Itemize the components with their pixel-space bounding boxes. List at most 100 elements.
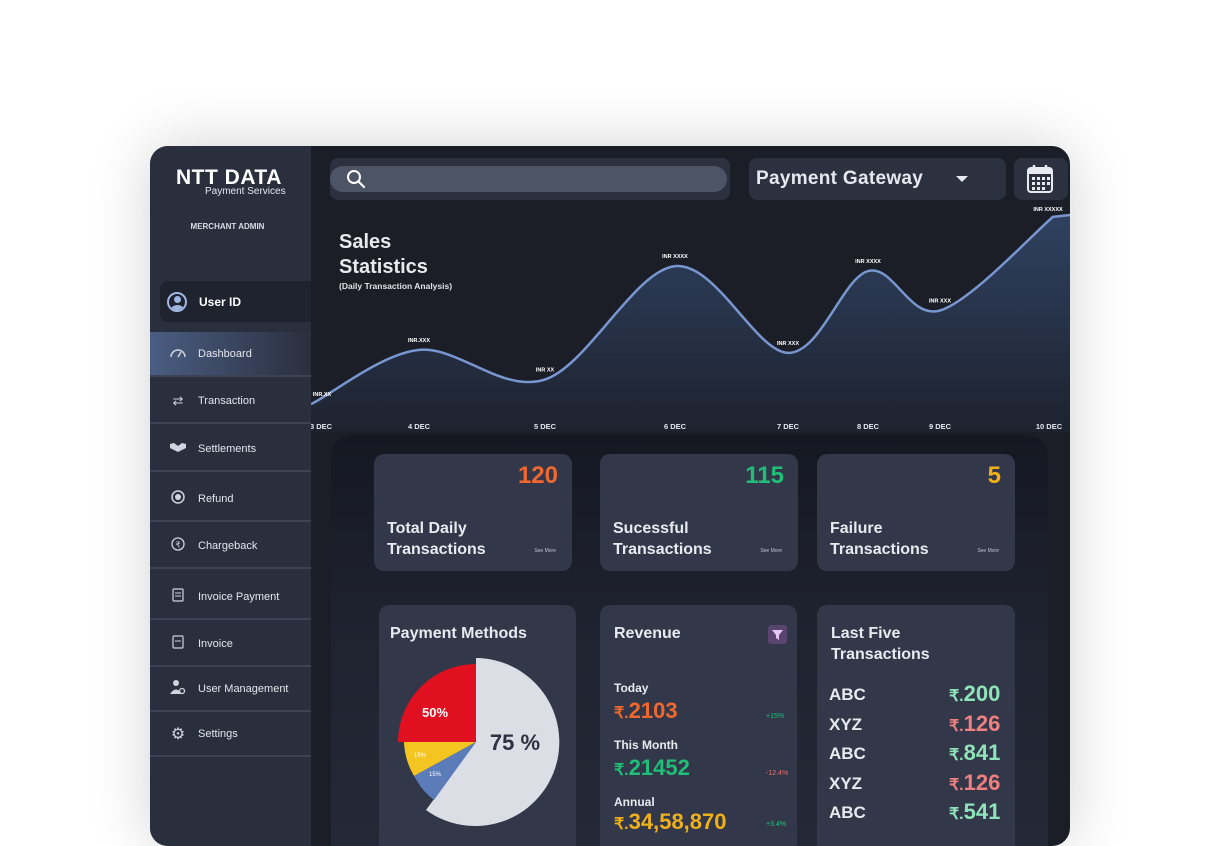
- transaction-name: ABC: [829, 803, 866, 822]
- gear-icon: ⚙: [170, 725, 186, 743]
- x-tick-label: 10 DEC: [1036, 422, 1063, 431]
- calendar-button[interactable]: [1014, 158, 1068, 200]
- filter-button[interactable]: [768, 625, 787, 644]
- sidebar-item-label: Dashboard: [198, 347, 252, 360]
- x-tick-label: 7 DEC: [777, 422, 800, 431]
- user-profile[interactable]: User ID: [160, 281, 311, 322]
- data-point-label: INR.XXX: [408, 338, 430, 344]
- transaction-amount: ₹.841: [949, 740, 1001, 765]
- transaction-amount: ₹.126: [949, 769, 1001, 795]
- sidebar-item-label: Transaction: [198, 394, 256, 407]
- stat-card-total[interactable]: 120 Total Daily Transactions See More: [374, 454, 572, 571]
- stat-title-line2: Transactions: [830, 541, 929, 558]
- transaction-amount: ₹.541: [949, 799, 1001, 824]
- sidebar-item-settings[interactable]: ⚙ Settings: [150, 712, 311, 757]
- amount: 34,58,870: [628, 809, 727, 834]
- revenue-month-change: -12.4%: [766, 770, 789, 777]
- x-tick-label: 6 DEC: [664, 422, 687, 431]
- transaction-name: ABC: [829, 685, 866, 704]
- stat-card-successful[interactable]: 115 Sucessful Transactions See More: [600, 454, 798, 571]
- revenue-annual-label: Annual: [614, 795, 655, 809]
- last-five-title: Last Five Transactions: [831, 623, 930, 665]
- chart-title-line2: Statistics: [339, 256, 428, 278]
- pie-label-75: 75 %: [490, 730, 540, 755]
- chart-title: Sales Statistics: [339, 230, 428, 280]
- payment-methods-title: Payment Methods: [390, 625, 527, 642]
- revenue-today-value: ₹.2103: [614, 698, 678, 724]
- revenue-month-label: This Month: [614, 738, 678, 752]
- sidebar-item-label: Refund: [198, 492, 234, 505]
- stat-title: Failure Transactions: [830, 518, 929, 560]
- sidebar: NTT DATA Payment Services MERCHANT ADMIN…: [150, 146, 311, 846]
- stat-value: 120: [517, 462, 558, 489]
- stat-title-line2: Transactions: [613, 541, 712, 558]
- stat-title-line1: Total Daily: [387, 520, 467, 537]
- revenue-annual-change: +3.4%: [766, 821, 787, 828]
- sidebar-item-transaction[interactable]: ⇄ Transaction: [150, 379, 311, 424]
- amount: 21452: [628, 755, 690, 780]
- user-icon: [167, 291, 187, 312]
- pie-label-15-blue: 15%: [429, 772, 442, 778]
- sidebar-item-invoice-payment[interactable]: Invoice Payment: [150, 575, 311, 620]
- data-point-label: INR XXX: [929, 299, 951, 305]
- data-point-label: INR XXX: [777, 341, 799, 347]
- gateway-dropdown[interactable]: Payment Gateway: [749, 158, 1006, 200]
- user-label: User ID: [199, 294, 242, 309]
- chart-title-line1: Sales: [339, 231, 392, 253]
- app-window: NTT DATA Payment Services MERCHANT ADMIN…: [150, 146, 1070, 846]
- sidebar-item-user-management[interactable]: User Management: [150, 667, 311, 712]
- pie-label-50: 50%: [422, 705, 448, 720]
- transaction-name: ABC: [829, 744, 866, 763]
- role-label: MERCHANT ADMIN: [190, 222, 265, 231]
- stat-value: 115: [745, 462, 784, 489]
- see-more-link[interactable]: See More: [760, 548, 782, 554]
- invoice-icon: [168, 635, 188, 652]
- data-point-label: INR XX: [536, 368, 555, 374]
- stat-title-line2: Transactions: [387, 541, 486, 558]
- currency-symbol: ₹.: [614, 762, 629, 779]
- dashboard-icon: [168, 346, 188, 361]
- pie-slice-50: [398, 658, 476, 742]
- sidebar-item-label: Invoice Payment: [198, 590, 280, 603]
- revenue-today-label: Today: [614, 681, 649, 695]
- stat-title: Sucessful Transactions: [613, 518, 712, 560]
- search-input[interactable]: [330, 166, 727, 192]
- sidebar-item-refund[interactable]: Refund: [150, 477, 311, 522]
- pie-label-15-yellow: 15%: [414, 753, 427, 759]
- see-more-link[interactable]: See More: [977, 548, 999, 554]
- data-point-label: INR XXXX: [662, 254, 688, 260]
- sidebar-item-chargeback[interactable]: ₹ Chargeback: [150, 524, 311, 569]
- stat-title-line1: Sucessful: [613, 520, 689, 537]
- svg-text:₹: ₹: [175, 541, 180, 550]
- transaction-amount: ₹.200: [949, 681, 1001, 706]
- amount: 2103: [628, 698, 678, 723]
- refund-icon: [168, 490, 188, 507]
- logo-subtitle: Payment Services: [205, 186, 286, 197]
- revenue-month-value: ₹.21452: [614, 755, 690, 781]
- gateway-selected: Payment Gateway: [756, 168, 924, 189]
- see-more-link[interactable]: See More: [534, 548, 556, 554]
- sidebar-item-invoice[interactable]: Invoice: [150, 622, 311, 667]
- x-tick-label: 8 DEC: [857, 422, 880, 431]
- transaction-name: XYZ: [829, 773, 863, 793]
- sidebar-item-label: Chargeback: [198, 539, 258, 552]
- sidebar-item-settlements[interactable]: Settlements: [150, 427, 311, 472]
- invoice-payment-icon: [168, 588, 188, 605]
- stat-value: 5: [987, 462, 1001, 489]
- data-point-label: INR XXXX: [855, 259, 881, 265]
- stat-card-failure[interactable]: 5 Failure Transactions See More: [817, 454, 1015, 571]
- currency-symbol: ₹.: [614, 705, 629, 722]
- x-tick-label: 3 DEC: [311, 422, 333, 431]
- data-point-label: INR.XX: [313, 392, 332, 398]
- search-icon[interactable]: [346, 169, 366, 189]
- last-five-card: Last Five Transactions ABC ₹.200 XYZ ₹.126 A…: [817, 605, 1015, 846]
- last-five-title-line1: Last Five: [831, 625, 901, 642]
- currency-symbol: ₹.: [614, 816, 629, 833]
- stat-title-line1: Failure: [830, 520, 883, 537]
- payment-pie-chart: 75 % 50% 15% 15%: [398, 658, 560, 826]
- sidebar-item-dashboard[interactable]: Dashboard: [150, 332, 311, 377]
- user-management-icon: [168, 679, 188, 698]
- transaction-name: XYZ: [829, 714, 863, 734]
- stat-title: Total Daily Transactions: [387, 518, 486, 560]
- chargeback-icon: ₹: [168, 537, 188, 554]
